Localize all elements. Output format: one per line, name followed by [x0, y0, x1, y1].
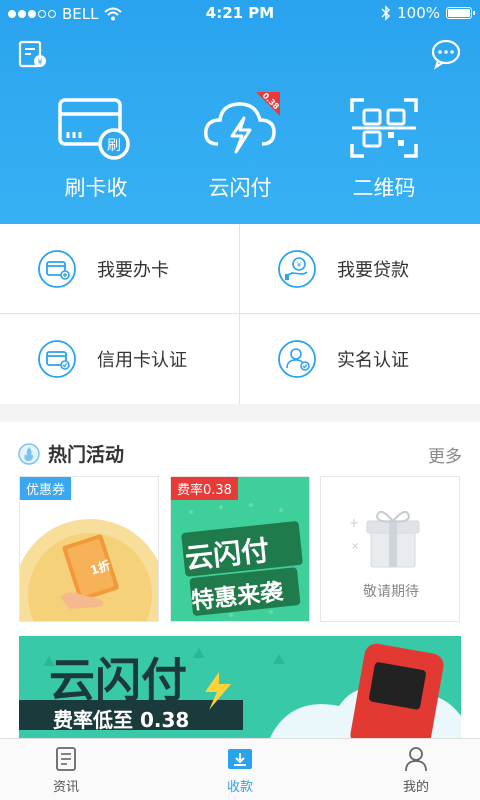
status-bar: BELL 4:21 PM 100%: [0, 0, 480, 28]
credit-card-verify-icon: [38, 340, 76, 378]
promo-card[interactable]: 费率0.38 云闪付 特惠来袭: [170, 476, 310, 622]
coming-soon-card: + × 敬请期待: [320, 476, 460, 622]
message-icon[interactable]: [430, 38, 462, 70]
qr-code-icon: [350, 98, 418, 158]
grid-divider-horizontal: [0, 313, 480, 314]
bluetooth-icon: [381, 5, 391, 21]
banner-subtitle: 费率低至 0.38: [53, 708, 190, 732]
cloud-flash-pay-icon: 0.38: [204, 92, 280, 154]
credit-card-verify-label: 信用卡认证: [97, 350, 187, 371]
tab-profile[interactable]: 我的: [376, 745, 456, 795]
hot-activities-section: 热门活动 更多 优惠券 1折 费率0.38 云闪付 特惠来袭 + × 敬请期待 …: [0, 422, 480, 740]
svg-text:+: +: [349, 516, 359, 530]
coupon-card[interactable]: 优惠券 1折: [19, 476, 159, 622]
grid-divider-vertical: [239, 224, 240, 404]
rate-tag: 费率0.38: [171, 477, 238, 500]
hot-activities-title: 热门活动: [48, 444, 125, 466]
tab-news-label: 资讯: [52, 780, 79, 795]
tab-receive-payment[interactable]: 收款: [200, 745, 280, 795]
cloud-flash-pay-label: 云闪付: [208, 176, 272, 200]
coming-soon-label: 敬请期待: [363, 584, 419, 600]
service-grid: 我要办卡 ¥ 我要贷款 信用卡认证 实名认证: [0, 224, 480, 404]
svg-text:刷: 刷: [107, 138, 121, 154]
svg-text:×: ×: [351, 541, 359, 552]
apply-card-icon: [38, 250, 76, 288]
loan-button[interactable]: ¥ 我要贷款: [240, 224, 480, 314]
qr-code-button[interactable]: 二维码: [304, 92, 464, 202]
more-link[interactable]: 更多: [428, 442, 462, 467]
header: BELL 4:21 PM 100% ¥ 刷 刷卡收 0.38 云闪付 二维码: [0, 0, 480, 224]
tab-news[interactable]: 资讯: [26, 745, 106, 795]
hot-activities-header: 热门活动: [18, 440, 124, 467]
tab-receive-payment-label: 收款: [226, 780, 253, 795]
battery-label: 100%: [397, 4, 440, 22]
svg-text:¥: ¥: [37, 58, 42, 67]
battery-icon: [446, 7, 475, 19]
tab-profile-label: 我的: [402, 780, 429, 795]
identity-verify-label: 实名认证: [337, 350, 409, 371]
fire-icon: [18, 442, 40, 465]
banner-title: 云闪付: [49, 653, 187, 707]
loan-label: 我要贷款: [337, 260, 409, 281]
card-swipe-button[interactable]: 刷 刷卡收: [16, 92, 176, 202]
svg-text:¥: ¥: [297, 261, 302, 269]
cloud-flash-pay-button[interactable]: 0.38 云闪付: [160, 92, 320, 202]
apply-card-label: 我要办卡: [97, 260, 169, 281]
identity-verify-button[interactable]: 实名认证: [240, 314, 480, 404]
qr-code-label: 二维码: [352, 176, 416, 200]
profile-icon: [405, 747, 427, 772]
card-swipe-label: 刷卡收: [64, 176, 128, 200]
receive-payment-icon: [228, 749, 252, 769]
apply-card-button[interactable]: 我要办卡: [0, 224, 240, 314]
card-swipe-icon: 刷: [58, 98, 130, 160]
promo-banner[interactable]: 云闪付 费率低至 0.38: [19, 636, 461, 740]
bill-icon[interactable]: ¥: [16, 38, 48, 70]
identity-verify-icon: [278, 340, 316, 378]
news-icon: [56, 747, 76, 771]
credit-card-verify-button[interactable]: 信用卡认证: [0, 314, 240, 404]
loan-icon: ¥: [278, 250, 316, 288]
coupon-tag: 优惠券: [20, 477, 72, 500]
tab-bar: 资讯 收款 我的: [0, 738, 480, 800]
